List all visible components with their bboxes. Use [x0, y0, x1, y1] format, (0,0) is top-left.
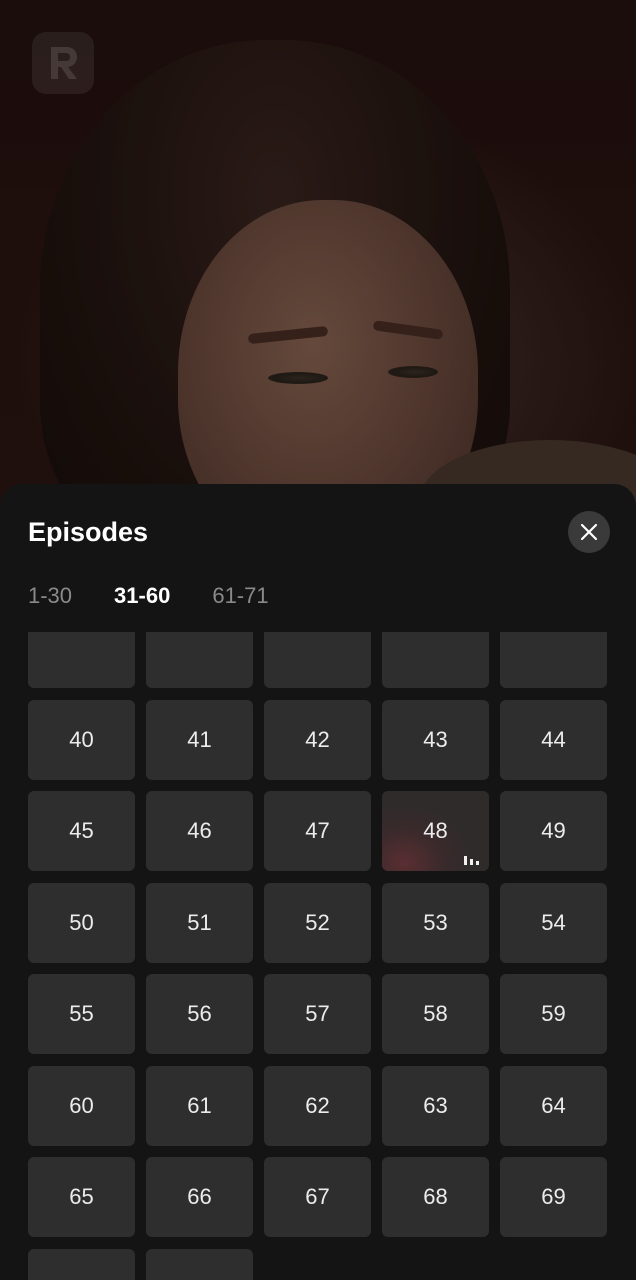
episode-number: 53 [423, 909, 448, 935]
episode-tile[interactable]: 52 [264, 882, 371, 963]
episode-tile[interactable]: 54 [500, 882, 607, 963]
episode-tile[interactable]: 68 [382, 1157, 489, 1237]
episode-number: 43 [423, 726, 448, 752]
episode-tile[interactable]: 59 [500, 974, 607, 1054]
episode-number: 57 [305, 1001, 330, 1026]
episode-number: 71 [187, 1276, 211, 1280]
episode-number: 66 [187, 1184, 212, 1209]
brand-logo-icon [51, 47, 77, 79]
episode-grid: 40 41 42 43 44 45 46 47 48 49 50 51 52 53 54 55 56 57 58 59… [28, 632, 607, 1280]
episode-number: 60 [69, 1092, 94, 1118]
episode-tile[interactable]: 63 [382, 1065, 489, 1146]
episode-tile[interactable]: 70 [28, 1248, 135, 1280]
episode-tile[interactable]: 55 [28, 974, 135, 1054]
episode-tile[interactable]: 44 [500, 699, 607, 780]
range-tabs: 1-30 31-60 61-71 [28, 582, 269, 610]
episode-tile[interactable] [500, 632, 607, 688]
episode-number: 45 [69, 818, 94, 843]
episode-tile-now-playing[interactable]: 48 [382, 791, 489, 871]
episode-number: 50 [69, 909, 94, 935]
episode-number: 51 [187, 909, 212, 935]
episode-number: 59 [541, 1001, 566, 1026]
episode-number: 68 [423, 1184, 448, 1209]
episode-number: 44 [541, 726, 566, 752]
episode-number: 61 [187, 1092, 212, 1118]
episode-tile[interactable]: 50 [28, 882, 135, 963]
episode-tile[interactable]: 45 [28, 791, 135, 871]
episode-tile[interactable] [146, 632, 253, 688]
episode-tile[interactable]: 62 [264, 1065, 371, 1146]
episode-tile[interactable]: 69 [500, 1157, 607, 1237]
episode-tile[interactable] [264, 632, 371, 688]
episode-number: 40 [69, 726, 94, 752]
episode-number: 54 [541, 909, 566, 935]
episode-tile[interactable]: 56 [146, 974, 253, 1054]
episode-tile[interactable]: 64 [500, 1065, 607, 1146]
episode-tile[interactable]: 41 [146, 699, 253, 780]
episode-tile[interactable]: 65 [28, 1157, 135, 1237]
episode-number: 58 [423, 1001, 448, 1026]
episode-number: 42 [305, 726, 330, 752]
episode-tile[interactable]: 67 [264, 1157, 371, 1237]
equalizer-icon [464, 855, 479, 865]
episode-number: 47 [305, 818, 330, 843]
episode-grid-viewport[interactable]: 40 41 42 43 44 45 46 47 48 49 50 51 52 53 54 55 56 57 58 59… [0, 632, 636, 1280]
episode-number: 63 [423, 1092, 448, 1118]
episode-tile[interactable]: 51 [146, 882, 253, 963]
episode-tile[interactable]: 58 [382, 974, 489, 1054]
episode-number: 48 [423, 818, 448, 843]
episode-number: 64 [541, 1092, 566, 1118]
episode-number: 46 [187, 818, 212, 843]
episode-tile[interactable] [382, 632, 489, 688]
sheet-title: Episodes [28, 517, 149, 547]
close-icon [580, 523, 598, 541]
episode-tile[interactable]: 43 [382, 699, 489, 780]
close-button[interactable] [568, 511, 610, 553]
tab-61-71[interactable]: 61-71 [212, 582, 268, 610]
episode-tile[interactable]: 61 [146, 1065, 253, 1146]
episode-tile[interactable]: 42 [264, 699, 371, 780]
tab-31-60[interactable]: 31-60 [114, 582, 170, 610]
episode-tile[interactable]: 47 [264, 791, 371, 871]
episode-number: 67 [305, 1184, 330, 1209]
episode-tile[interactable]: 60 [28, 1065, 135, 1146]
episodes-sheet: Episodes 1-30 31-60 61-71 40 41 42 43 44 45 46… [0, 484, 636, 1280]
tab-1-30[interactable]: 1-30 [28, 582, 72, 610]
episode-number: 65 [69, 1184, 94, 1209]
episode-number: 69 [541, 1184, 566, 1209]
episode-tile[interactable]: 53 [382, 882, 489, 963]
episode-number: 49 [541, 818, 566, 843]
episode-number: 52 [305, 909, 330, 935]
episode-tile[interactable]: 46 [146, 791, 253, 871]
episode-tile[interactable]: 71 [146, 1248, 253, 1280]
episode-number: 56 [187, 1001, 212, 1026]
video-background [0, 0, 636, 520]
video-dim-overlay [0, 0, 636, 520]
episode-number: 41 [187, 726, 212, 752]
episode-number: 70 [69, 1276, 93, 1280]
episode-tile[interactable]: 40 [28, 699, 135, 780]
episode-tile[interactable] [28, 632, 135, 688]
episode-tile[interactable]: 49 [500, 791, 607, 871]
episode-number: 62 [305, 1092, 330, 1118]
episode-number: 55 [69, 1001, 94, 1026]
brand-logo [32, 32, 94, 94]
episode-tile[interactable]: 57 [264, 974, 371, 1054]
episode-tile[interactable]: 66 [146, 1157, 253, 1237]
